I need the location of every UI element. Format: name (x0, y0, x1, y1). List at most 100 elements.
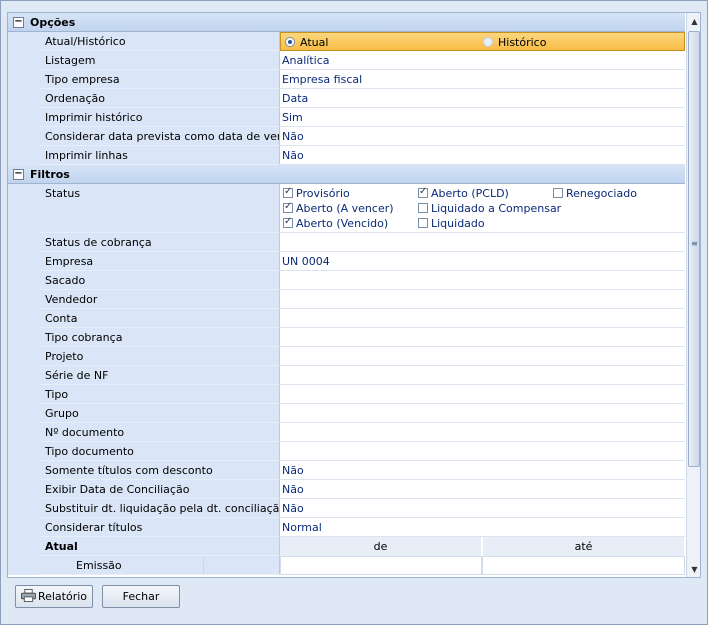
row-imprimir-historico[interactable]: Imprimir histórico Sim (8, 108, 685, 127)
checkbox-provisorio[interactable]: Provisório (283, 186, 350, 200)
checkbox-unchecked-icon (418, 218, 428, 228)
section-header-filtros[interactable]: − Filtros (8, 165, 685, 184)
section-title-opcoes: Opções (30, 16, 76, 29)
row-atual-header: Atual de até (8, 537, 685, 556)
row-value[interactable]: Não (280, 499, 685, 518)
column-header-ate: até (483, 537, 685, 556)
radio-atual-label: Atual (300, 36, 329, 49)
row-gutter (8, 146, 38, 165)
checkbox-aberto-vencido[interactable]: Aberto (Vencido) (283, 216, 388, 230)
row-listagem[interactable]: Listagem Analítica (8, 51, 685, 70)
row-gutter (8, 290, 38, 309)
row-value[interactable]: Analítica (280, 51, 685, 70)
row-imprimir-linhas[interactable]: Imprimir linhas Não (8, 146, 685, 165)
checkbox-aberto-pcld[interactable]: Aberto (PCLD) (418, 186, 509, 200)
row-tipo-documento[interactable]: Tipo documento (8, 442, 685, 461)
emissao-ate-input[interactable] (482, 556, 685, 575)
row-value[interactable]: Não (280, 127, 685, 146)
row-value[interactable]: Não (280, 480, 685, 499)
row-value[interactable]: Empresa fiscal (280, 70, 685, 89)
row-projeto[interactable]: Projeto (8, 347, 685, 366)
radio-atual[interactable]: Atual (285, 36, 328, 49)
close-button-label: Fechar (122, 590, 160, 603)
row-label: Ordenação (38, 89, 280, 108)
row-value[interactable] (280, 309, 685, 328)
row-considerar-data-prevista[interactable]: Considerar data prevista como data de ve… (8, 127, 685, 146)
row-value[interactable] (280, 404, 685, 423)
collapse-icon[interactable]: − (13, 17, 24, 28)
row-value[interactable] (280, 442, 685, 461)
row-considerar-titulos[interactable]: Considerar títulos Normal (8, 518, 685, 537)
close-button[interactable]: Fechar (102, 585, 180, 608)
collapse-icon[interactable]: − (13, 169, 24, 180)
section-header-opcoes[interactable]: − Opções (8, 13, 685, 32)
row-emissao[interactable]: Emissão (8, 556, 685, 575)
row-tipo[interactable]: Tipo (8, 385, 685, 404)
report-button[interactable]: Relatório (15, 585, 93, 608)
scroll-up-icon[interactable]: ▲ (687, 15, 700, 29)
vertical-scrollbar[interactable]: ▲ ≡ ▼ (686, 13, 700, 577)
row-status-de-cobranca[interactable]: Status de cobrança (8, 233, 685, 252)
row-label: Tipo (38, 385, 280, 404)
row-value[interactable] (280, 385, 685, 404)
row-value[interactable] (280, 347, 685, 366)
checkbox-liquidado[interactable]: Liquidado (418, 217, 485, 230)
row-label: Tipo cobrança (38, 328, 280, 347)
row-n-documento[interactable]: Nº documento (8, 423, 685, 442)
row-label-container: Emissão (38, 556, 280, 575)
row-gutter (8, 385, 38, 404)
checkbox-unchecked-icon (418, 203, 428, 213)
row-value[interactable] (280, 290, 685, 309)
row-status[interactable]: Status Provisório Aberto (PCLD) Renegoci… (8, 184, 685, 233)
scrollbar-thumb[interactable]: ≡ (688, 31, 700, 467)
row-tipo-cobranca[interactable]: Tipo cobrança (8, 328, 685, 347)
row-ordenacao[interactable]: Ordenação Data (8, 89, 685, 108)
row-value[interactable]: Data (280, 89, 685, 108)
property-grid: − Opções Atual/Histórico Atual Histórico (7, 12, 701, 578)
row-value[interactable] (280, 423, 685, 442)
checkbox-checked-icon (283, 201, 293, 213)
row-value[interactable]: UN 0004 (280, 252, 685, 271)
row-atual-historico[interactable]: Atual/Histórico Atual Histórico (8, 32, 685, 51)
checkbox-checked-icon (283, 216, 293, 228)
radio-historico[interactable]: Histórico (483, 36, 546, 49)
row-empresa[interactable]: Empresa UN 0004 (8, 252, 685, 271)
row-exibir-data-conciliacao[interactable]: Exibir Data de Conciliação Não (8, 480, 685, 499)
row-gutter (8, 423, 38, 442)
row-grupo[interactable]: Grupo (8, 404, 685, 423)
row-value[interactable] (280, 366, 685, 385)
row-gutter (8, 108, 38, 127)
row-label: Nº documento (38, 423, 280, 442)
radio-unselected-icon (483, 37, 493, 47)
checkbox-aberto-a-vencer[interactable]: Aberto (A vencer) (283, 201, 394, 215)
row-label: Série de NF (38, 366, 280, 385)
row-conta[interactable]: Conta (8, 309, 685, 328)
row-tipo-empresa[interactable]: Tipo empresa Empresa fiscal (8, 70, 685, 89)
row-value[interactable]: Normal (280, 518, 685, 537)
row-value[interactable] (280, 271, 685, 290)
scroll-down-icon[interactable]: ▼ (687, 563, 700, 577)
row-value-radio-group[interactable]: Atual Histórico (280, 32, 685, 51)
row-label: Status de cobrança (38, 233, 280, 252)
row-value[interactable]: Sim (280, 108, 685, 127)
row-label: Somente títulos com desconto (38, 461, 280, 480)
row-value[interactable] (280, 328, 685, 347)
row-value[interactable] (280, 233, 685, 252)
row-gutter (8, 556, 38, 575)
emissao-de-input[interactable] (280, 556, 482, 575)
row-somente-titulos-desconto[interactable]: Somente títulos com desconto Não (8, 461, 685, 480)
checkbox-renegociado[interactable]: Renegociado (553, 187, 637, 200)
row-label: Atual/Histórico (38, 32, 280, 51)
row-label: Conta (38, 309, 280, 328)
row-gutter (8, 461, 38, 480)
row-serie-de-nf[interactable]: Série de NF (8, 366, 685, 385)
row-sacado[interactable]: Sacado (8, 271, 685, 290)
radio-historico-label: Histórico (498, 36, 547, 49)
row-label: Listagem (38, 51, 280, 70)
row-vendedor[interactable]: Vendedor (8, 290, 685, 309)
row-value[interactable]: Não (280, 461, 685, 480)
row-substituir-dt-liquidacao[interactable]: Substituir dt. liquidação pela dt. conci… (8, 499, 685, 518)
row-value[interactable]: Não (280, 146, 685, 165)
checkbox-liquidado-a-compensar[interactable]: Liquidado a Compensar (418, 202, 561, 215)
checkbox-checked-icon (418, 186, 428, 198)
